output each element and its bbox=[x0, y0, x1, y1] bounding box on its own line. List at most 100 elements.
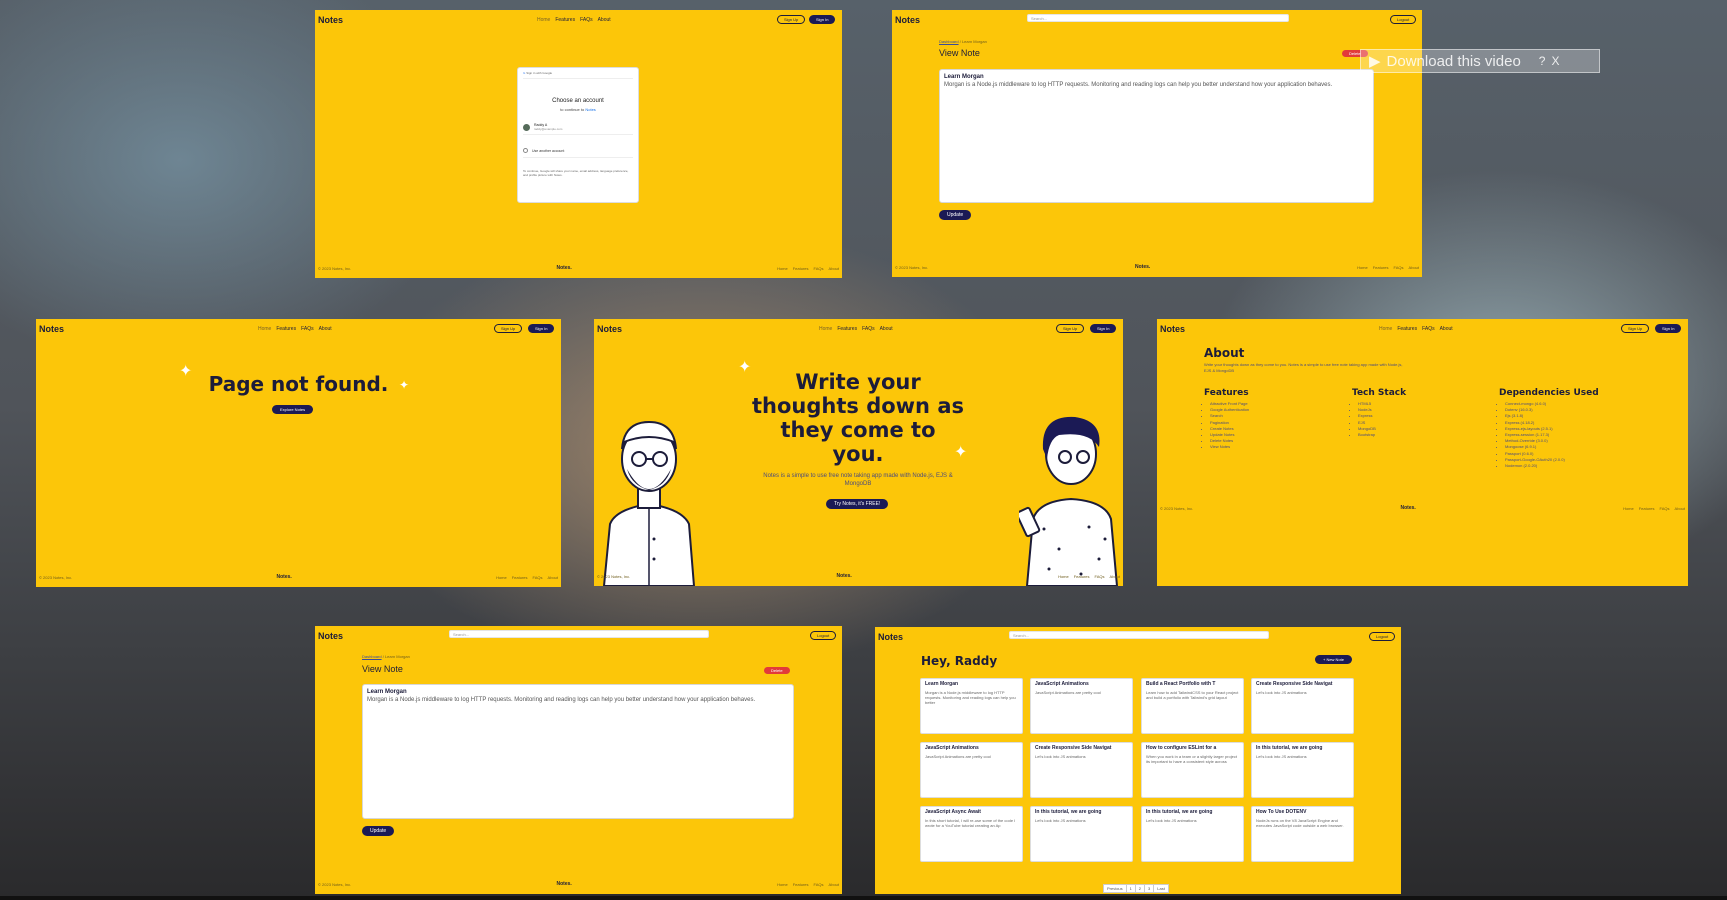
note-title-field[interactable]: Learn Morgan bbox=[367, 689, 789, 695]
footer-about[interactable]: About bbox=[829, 882, 839, 887]
footer-home[interactable]: Home bbox=[1357, 265, 1368, 270]
footer-features[interactable]: Features bbox=[1074, 574, 1090, 579]
nav-about[interactable]: About bbox=[319, 326, 332, 332]
sign-up-button[interactable]: Sign Up bbox=[494, 324, 523, 333]
note-card[interactable]: Build a React Portfolio with T Learn how … bbox=[1141, 678, 1244, 734]
nav-features[interactable]: Features bbox=[837, 326, 857, 332]
nav-home[interactable]: Home bbox=[258, 326, 271, 332]
nav-features[interactable]: Features bbox=[1397, 326, 1417, 332]
footer-faqs[interactable]: FAQs bbox=[1394, 265, 1404, 270]
logout-button[interactable]: Logout bbox=[1390, 15, 1417, 24]
footer-faqs[interactable]: FAQs bbox=[1660, 506, 1670, 511]
nav-features[interactable]: Features bbox=[276, 326, 296, 332]
brand-logo[interactable]: Notes bbox=[878, 632, 903, 642]
nav-faqs[interactable]: FAQs bbox=[580, 17, 593, 23]
footer-faqs[interactable]: FAQs bbox=[814, 882, 824, 887]
new-note-button[interactable]: + New Note bbox=[1315, 655, 1353, 664]
note-card[interactable]: JavaScript Animations JavaScript Animatio… bbox=[1030, 678, 1133, 734]
update-button[interactable]: Update bbox=[939, 210, 972, 220]
update-button[interactable]: Update bbox=[362, 826, 395, 836]
sign-up-button[interactable]: Sign Up bbox=[1621, 324, 1650, 333]
note-editor[interactable]: Learn Morgan Morgan is a Node.js middlew… bbox=[362, 684, 794, 819]
footer-features[interactable]: Features bbox=[1639, 506, 1655, 511]
note-card[interactable]: JavaScript Animations JavaScript Animatio… bbox=[920, 742, 1023, 798]
footer-about[interactable]: About bbox=[829, 266, 839, 271]
footer-about[interactable]: About bbox=[1675, 506, 1685, 511]
pagination-last[interactable]: Last bbox=[1154, 885, 1168, 892]
breadcrumb-dashboard-link[interactable]: Dashboard bbox=[362, 654, 382, 659]
footer-home[interactable]: Home bbox=[496, 575, 507, 580]
footer-faqs[interactable]: FAQs bbox=[1095, 574, 1105, 579]
nav-about[interactable]: About bbox=[1440, 326, 1453, 332]
footer-about[interactable]: About bbox=[548, 575, 558, 580]
download-video-banner[interactable]: ▶ Download this video ? X bbox=[1360, 49, 1600, 73]
note-card[interactable]: How To Use DOTENV NodeJs runs on the V8 J… bbox=[1251, 806, 1354, 862]
footer-about[interactable]: About bbox=[1110, 574, 1120, 579]
breadcrumb-dashboard-link[interactable]: Dashboard bbox=[939, 39, 959, 44]
video-progress-bar[interactable] bbox=[0, 896, 1727, 900]
footer-home[interactable]: Home bbox=[1058, 574, 1069, 579]
help-icon[interactable]: ? bbox=[1539, 54, 1546, 68]
note-card[interactable]: In this tutorial, we are going Let's look… bbox=[1030, 806, 1133, 862]
close-icon[interactable]: X bbox=[1551, 54, 1559, 68]
brand-logo[interactable]: Notes bbox=[1160, 324, 1185, 334]
footer-about[interactable]: About bbox=[1409, 265, 1419, 270]
sign-in-button[interactable]: Sign In bbox=[1090, 324, 1117, 333]
logout-button[interactable]: Logout bbox=[810, 631, 837, 640]
brand-logo[interactable]: Notes bbox=[597, 324, 622, 334]
try-notes-button[interactable]: Try Notes, it's FREE! bbox=[826, 499, 889, 509]
nav-home[interactable]: Home bbox=[1379, 326, 1392, 332]
sign-in-button[interactable]: Sign In bbox=[1655, 324, 1682, 333]
note-card[interactable]: Create Responsive Side Navigat Let's look… bbox=[1030, 742, 1133, 798]
google-account-row[interactable]: Raddy A raddy@example.com bbox=[523, 123, 633, 135]
footer: © 2023 Notes, Inc. Notes. Home Features … bbox=[39, 574, 558, 580]
brand-logo[interactable]: Notes bbox=[318, 631, 343, 641]
search-input[interactable]: Search... bbox=[1027, 14, 1289, 22]
logout-button[interactable]: Logout bbox=[1369, 632, 1396, 641]
nav-home[interactable]: Home bbox=[537, 17, 550, 23]
download-label[interactable]: Download this video bbox=[1387, 53, 1521, 70]
pagination-page-1[interactable]: 1 bbox=[1127, 885, 1136, 892]
footer-faqs[interactable]: FAQs bbox=[533, 575, 543, 580]
note-card[interactable]: In this tutorial, we are going Let's look… bbox=[1251, 742, 1354, 798]
nav-faqs[interactable]: FAQs bbox=[862, 326, 875, 332]
footer-features[interactable]: Features bbox=[793, 266, 809, 271]
brand-logo[interactable]: Notes bbox=[895, 15, 920, 25]
use-another-account[interactable]: Use another account bbox=[523, 148, 633, 158]
delete-button[interactable]: Delete bbox=[764, 667, 790, 674]
note-card[interactable]: JavaScript Async Await In this short tuto… bbox=[920, 806, 1023, 862]
nav-features[interactable]: Features bbox=[555, 17, 575, 23]
footer-features[interactable]: Features bbox=[1373, 265, 1389, 270]
sign-up-button[interactable]: Sign Up bbox=[1056, 324, 1085, 333]
nav-about[interactable]: About bbox=[598, 17, 611, 23]
footer-home[interactable]: Home bbox=[1623, 506, 1634, 511]
search-input[interactable]: Search... bbox=[1009, 631, 1269, 639]
pagination-page-3[interactable]: 3 bbox=[1145, 885, 1155, 892]
pagination-previous[interactable]: Previous bbox=[1104, 885, 1127, 892]
footer-home[interactable]: Home bbox=[777, 882, 788, 887]
footer-features[interactable]: Features bbox=[793, 882, 809, 887]
nav-faqs[interactable]: FAQs bbox=[1422, 326, 1435, 332]
note-body-field[interactable]: Morgan is a Node.js middleware to log HT… bbox=[367, 697, 789, 705]
note-card[interactable]: Create Responsive Side Navigat Let's look… bbox=[1251, 678, 1354, 734]
nav-about[interactable]: About bbox=[880, 326, 893, 332]
explore-notes-button[interactable]: Explore Notes bbox=[272, 405, 314, 414]
pagination-page-2[interactable]: 2 bbox=[1136, 885, 1146, 892]
search-input[interactable]: Search... bbox=[449, 630, 709, 638]
nav-home[interactable]: Home bbox=[819, 326, 832, 332]
note-title-field[interactable]: Learn Morgan bbox=[944, 74, 1369, 80]
brand-logo[interactable]: Notes bbox=[318, 15, 343, 25]
sign-in-button[interactable]: Sign In bbox=[528, 324, 555, 333]
note-card[interactable]: How to configure ESLint for a When you wo… bbox=[1141, 742, 1244, 798]
note-card[interactable]: Learn Morgan Morgan is a Node.js middlewa… bbox=[920, 678, 1023, 734]
sign-in-button[interactable]: Sign In bbox=[809, 15, 836, 24]
footer-home[interactable]: Home bbox=[777, 266, 788, 271]
note-body-field[interactable]: Morgan is a Node.js middleware to log HT… bbox=[944, 82, 1369, 90]
brand-logo[interactable]: Notes bbox=[39, 324, 64, 334]
footer-faqs[interactable]: FAQs bbox=[814, 266, 824, 271]
sign-up-button[interactable]: Sign Up bbox=[777, 15, 806, 24]
note-editor[interactable]: Learn Morgan Morgan is a Node.js middlew… bbox=[939, 69, 1374, 203]
note-card[interactable]: In this tutorial, we are going Let's look… bbox=[1141, 806, 1244, 862]
nav-faqs[interactable]: FAQs bbox=[301, 326, 314, 332]
footer-features[interactable]: Features bbox=[512, 575, 528, 580]
